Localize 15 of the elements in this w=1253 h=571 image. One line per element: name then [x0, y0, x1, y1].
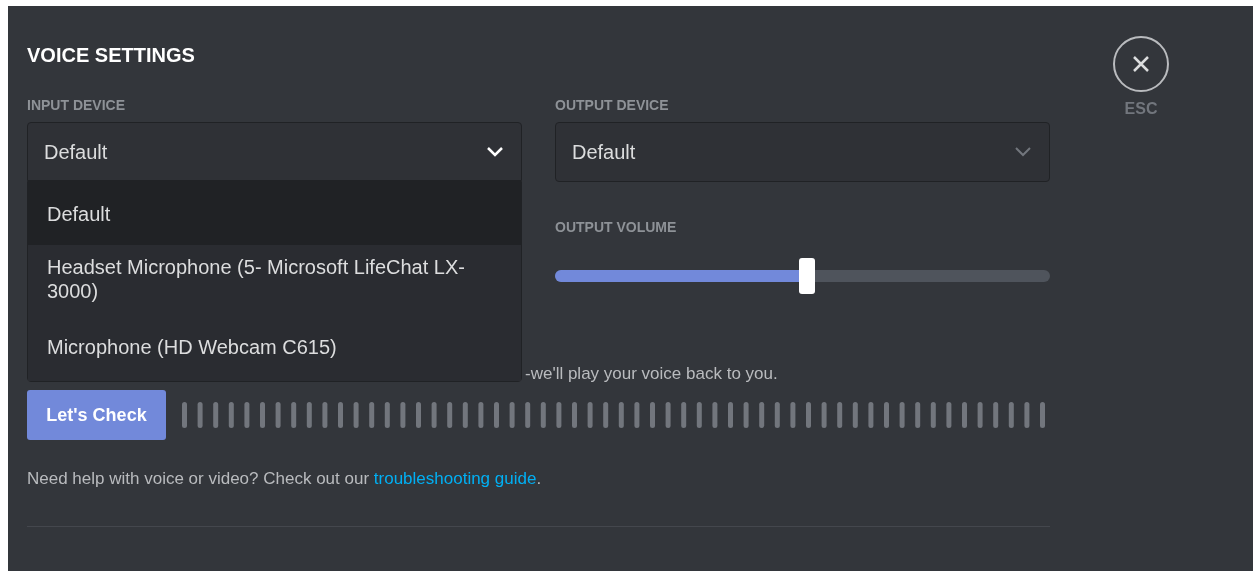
mic-test-description: -we'll play your voice back to you. — [525, 363, 778, 385]
slider-thumb[interactable] — [799, 258, 816, 294]
output-device-select[interactable]: Default — [555, 122, 1050, 182]
close-icon — [1131, 54, 1151, 74]
input-device-select[interactable]: Default — [27, 122, 522, 181]
troubleshooting-link[interactable]: troubleshooting guide — [373, 469, 537, 488]
field-label: OUTPUT VOLUME — [555, 218, 677, 236]
volume-slider[interactable] — [555, 258, 1050, 294]
dropdown-option[interactable]: Default — [28, 182, 521, 245]
esc-label: ESC — [1124, 99, 1158, 119]
help-text: Need help with voice or video? Check out our troubleshooting guide. — [27, 468, 542, 490]
close-button[interactable] — [1113, 36, 1169, 92]
field-label: OUTPUT DEVICE — [555, 96, 669, 114]
settings-title: VOICE SETTINGS — [27, 43, 195, 68]
field-label: INPUT DEVICE — [27, 96, 125, 114]
